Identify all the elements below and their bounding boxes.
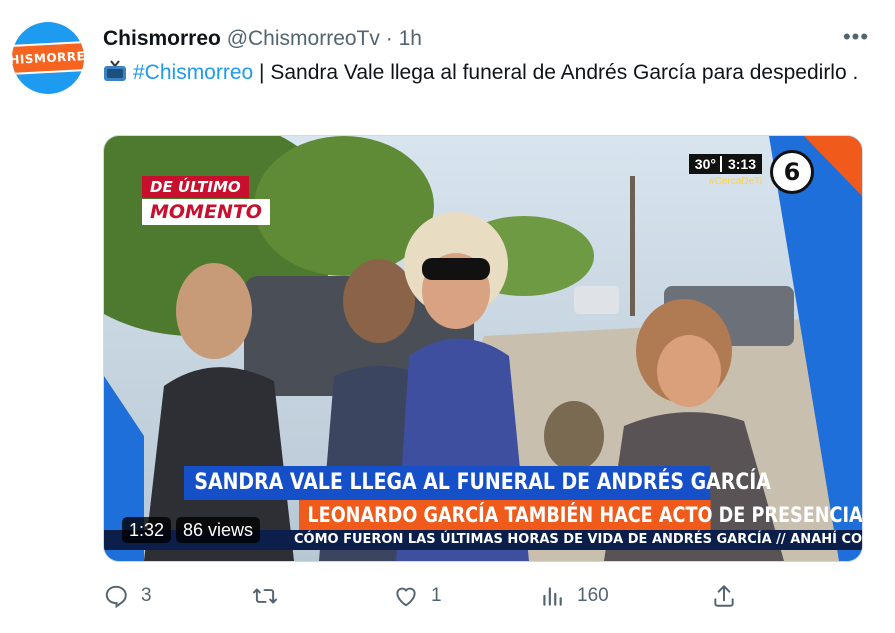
video-player[interactable]: DE ÚLTIMO MOMENTO 30° 3:13 #CercaDeTi 6 S… [103,135,863,562]
heart-icon [396,587,416,607]
avatar[interactable]: CHISMORREO [12,22,84,94]
breaking-news-banner: DE ÚLTIMO MOMENTO [142,176,270,225]
views-button[interactable]: 160 [539,580,609,612]
channel-hashtag: #CercaDeTi [709,176,762,187]
headline-bar: SANDRA VALE LLEGA AL FUNERAL DE ANDRÉS G… [184,466,771,500]
temperature: 30° [694,156,716,172]
like-count: 1 [431,585,442,606]
television-icon [103,60,127,91]
reply-button[interactable]: 3 [103,580,152,612]
breaking-line-1: DE ÚLTIMO [142,176,249,198]
share-icon [714,585,734,607]
share-button[interactable] [711,580,749,612]
handle[interactable]: @ChismorreoTv [227,27,380,50]
breaking-line-2: MOMENTO [142,199,270,225]
tweet-actions: 3 1 160 [103,580,863,612]
video-views: 86 views [176,517,261,543]
like-button[interactable]: 1 [393,580,442,612]
video-duration: 1:32 [122,517,172,543]
reply-icon [105,585,127,609]
retweet-button[interactable] [251,580,291,612]
separator: · [385,27,393,50]
hashtag-link[interactable]: #Chismorreo [133,61,253,84]
channel-logo: 6 [770,150,814,194]
retweet-icon [252,588,278,604]
subheadline-bar: LEONARDO GARCÍA TAMBIÉN HACE ACTO DE PRE… [299,500,862,530]
analytics-icon [543,587,562,606]
more-options-icon[interactable]: ••• [841,26,871,52]
reply-count: 3 [141,585,152,606]
avatar-logo: CHISMORREO [12,40,84,76]
tweet-body: | Sandra Vale llega al funeral de Andrés… [253,61,859,84]
display-name[interactable]: Chismorreo [103,27,221,50]
temperature-clock: 30° 3:13 [688,154,762,174]
view-count: 160 [577,585,609,606]
clock: 3:13 [719,156,756,172]
tweet-header: Chismorreo @ChismorreoTv · 1h [103,26,422,52]
tweet-text: #Chismorreo | Sandra Vale llega al funer… [103,58,863,91]
timestamp[interactable]: 1h [399,27,422,50]
